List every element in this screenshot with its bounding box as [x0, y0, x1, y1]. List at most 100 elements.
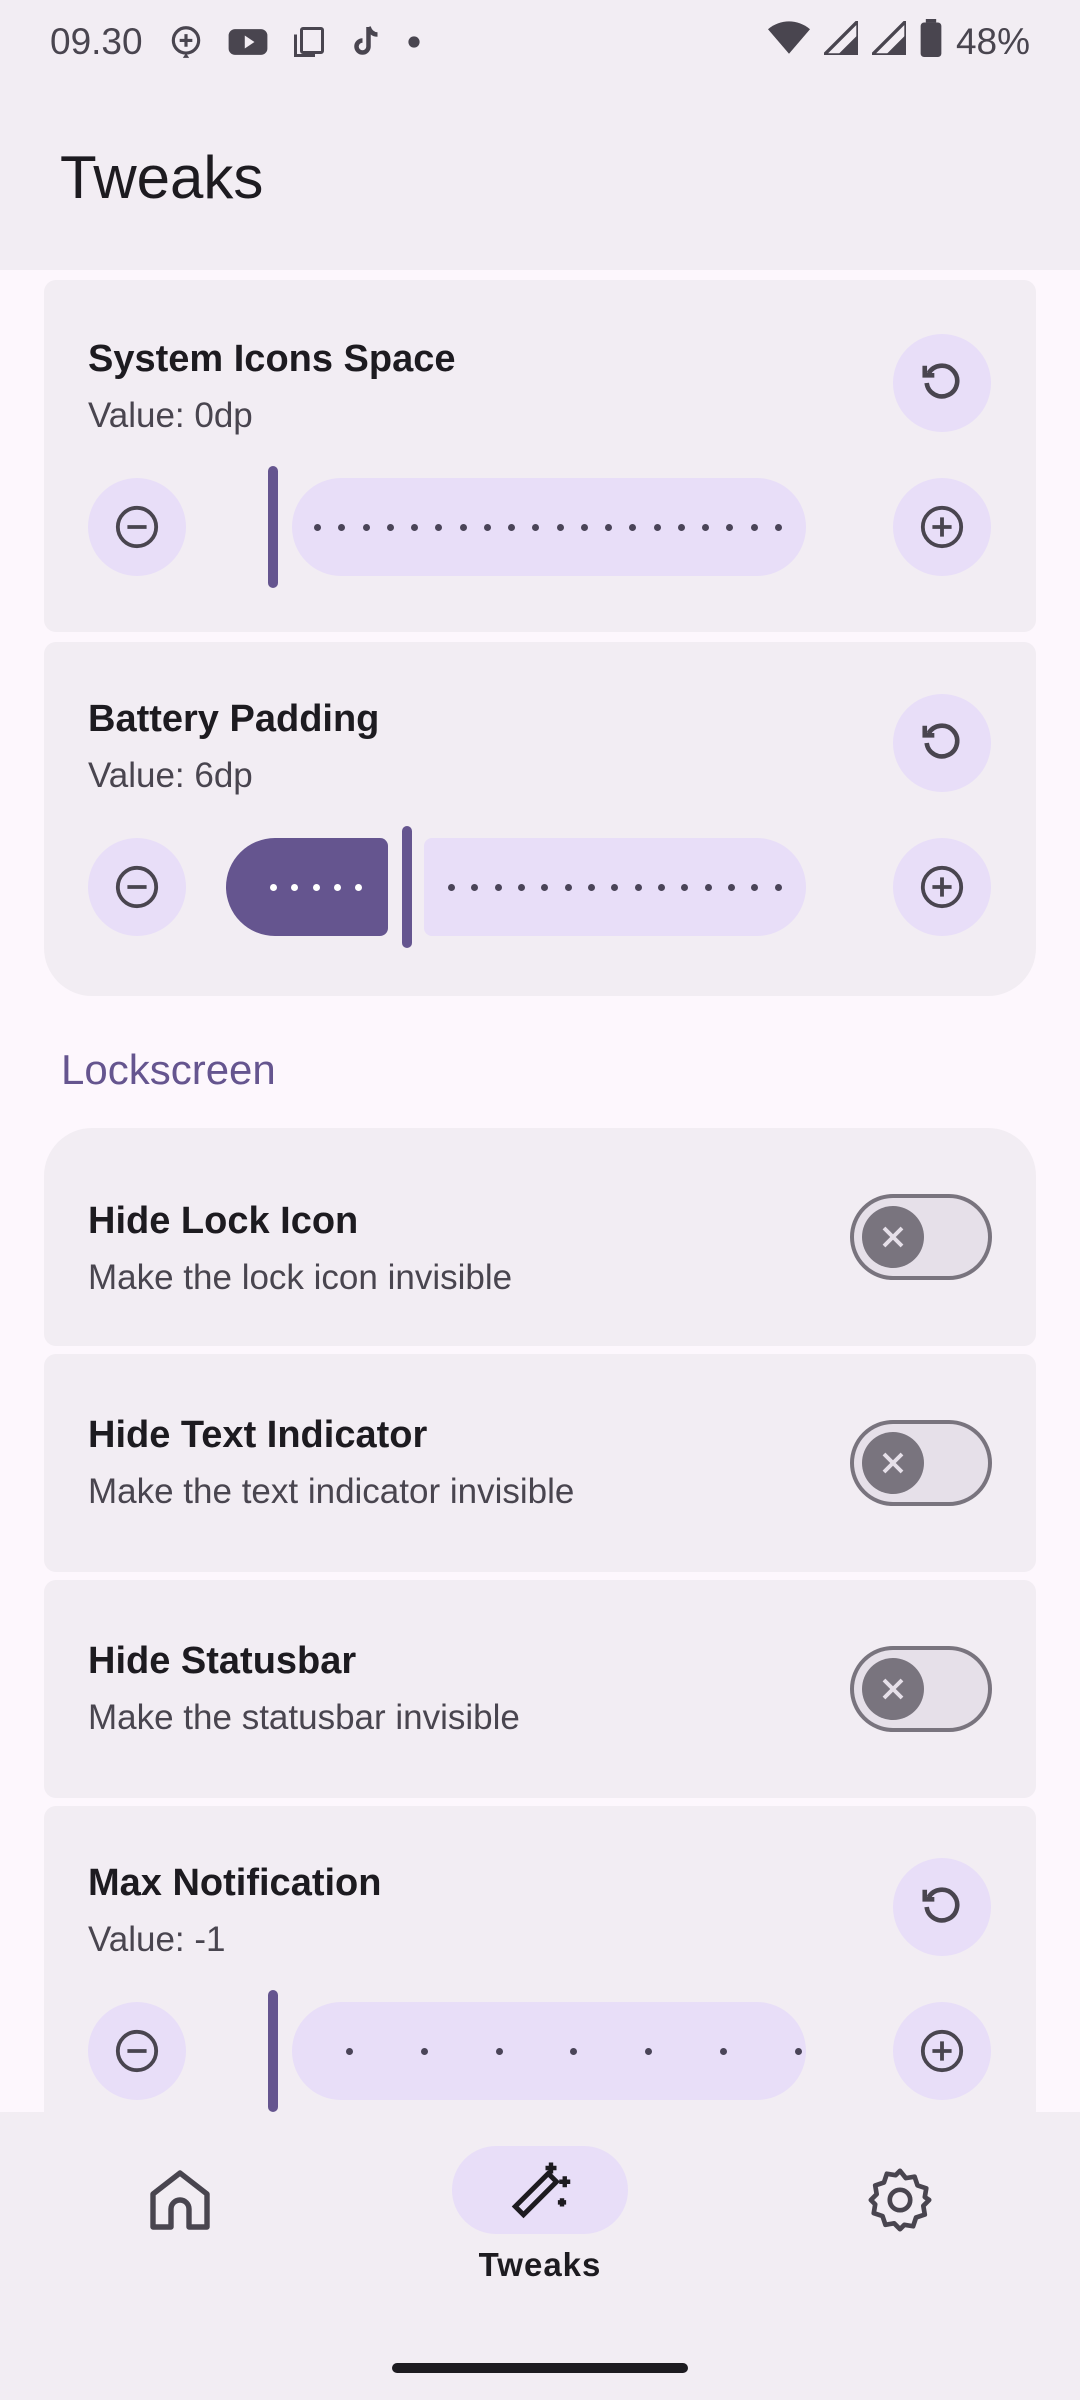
slider-thumb[interactable]	[268, 466, 278, 588]
card-subtitle: Make the lock icon invisible	[88, 1258, 513, 1297]
slider-tick	[750, 523, 758, 531]
plus-circle-icon	[920, 865, 964, 909]
minus-circle-icon	[115, 865, 159, 909]
card-title: Hide Text Indicator	[88, 1414, 428, 1456]
gesture-handle[interactable]	[392, 2363, 688, 2373]
slider-tick	[720, 2047, 728, 2055]
bottom-navigation: Tweaks	[0, 2112, 1080, 2400]
hide-statusbar-switch[interactable]	[850, 1646, 992, 1732]
notification-icons	[167, 23, 421, 61]
slider-tick	[483, 523, 491, 531]
slider-tick	[556, 523, 564, 531]
wifi-icon	[767, 20, 810, 65]
toggle-card-hide-text-indicator[interactable]: Hide Text Indicator Make the text indica…	[44, 1354, 1036, 1572]
reset-icon	[922, 723, 960, 759]
reset-button[interactable]	[893, 334, 991, 432]
slider-tick	[794, 2047, 802, 2055]
copy-icon	[291, 23, 327, 61]
slider-tick	[312, 883, 320, 891]
slider-tick	[658, 883, 666, 891]
increase-button[interactable]	[893, 838, 991, 936]
switch-thumb	[862, 1206, 924, 1268]
slider-tick	[588, 883, 596, 891]
card-subtitle: Make the text indicator invisible	[88, 1472, 575, 1511]
tiktok-icon	[349, 23, 385, 61]
slider-tick	[459, 523, 467, 531]
card-title: System Icons Space	[88, 338, 456, 380]
slider-card-battery-padding: Battery Padding Value: 6dp	[44, 642, 1036, 996]
battery-percent: 48%	[955, 21, 1030, 62]
slider-tick	[495, 2047, 503, 2055]
hide-text-indicator-switch[interactable]	[850, 1420, 992, 1506]
switch-thumb	[862, 1658, 924, 1720]
card-title: Hide Statusbar	[88, 1640, 357, 1682]
more-dot-icon	[407, 35, 421, 49]
slider-tick	[751, 883, 759, 891]
slider-tick	[435, 523, 443, 531]
signal-icon	[867, 16, 908, 64]
decrease-button[interactable]	[88, 838, 186, 936]
card-value: Value: -1	[88, 1920, 226, 1959]
slider-tick	[653, 523, 661, 531]
maps-pin-icon	[167, 23, 205, 61]
slider-card-max-notification: Max Notification Value: -1	[44, 1806, 1036, 2112]
slider-thumb[interactable]	[268, 1990, 278, 2112]
slider-tick	[532, 523, 540, 531]
slider-tick	[420, 2047, 428, 2055]
hide-lock-icon-switch[interactable]	[850, 1194, 992, 1280]
slider-tick	[471, 883, 479, 891]
card-title: Hide Lock Icon	[88, 1200, 359, 1242]
slider-tick	[645, 2047, 653, 2055]
toggle-card-hide-lock-icon[interactable]: Hide Lock Icon Make the lock icon invisi…	[44, 1128, 1036, 1346]
slider-thumb[interactable]	[402, 826, 412, 948]
reset-icon	[922, 1887, 960, 1923]
slider-ticks	[448, 838, 782, 936]
reset-button[interactable]	[893, 694, 991, 792]
nav-label-tweaks: Tweaks	[478, 2246, 602, 2283]
slider-tick	[702, 523, 709, 531]
slider-tick	[629, 523, 637, 531]
nav-indicator	[92, 2156, 268, 2244]
slider-tick	[338, 523, 346, 531]
card-value: Value: 6dp	[88, 756, 253, 795]
slider-tick	[774, 523, 782, 531]
status-bar: 09.30 48%	[0, 0, 1080, 84]
decrease-button[interactable]	[88, 2002, 186, 2100]
slider-tick	[564, 883, 572, 891]
nav-item-home[interactable]	[92, 2156, 268, 2244]
close-icon	[882, 1678, 904, 1700]
toggle-card-hide-statusbar[interactable]: Hide Statusbar Make the statusbar invisi…	[44, 1580, 1036, 1798]
battery-icon	[920, 18, 942, 66]
page-title: Tweaks	[60, 143, 264, 211]
slider-tick	[611, 883, 619, 891]
slider-tick	[541, 883, 549, 891]
slider-tick	[634, 883, 642, 891]
slider-tick	[355, 883, 362, 891]
slider-tick	[270, 883, 277, 891]
home-icon	[150, 2170, 210, 2230]
slider-tick	[518, 883, 526, 891]
slider-tick	[314, 523, 321, 531]
nav-item-settings[interactable]	[812, 2156, 988, 2244]
nav-item-tweaks[interactable]: Tweaks	[452, 2146, 628, 2284]
slider-card-system-icons-space: System Icons Space Value: 0dp	[44, 280, 1036, 632]
nav-indicator	[812, 2156, 988, 2244]
tweaks-list[interactable]: System Icons Space Value: 0dp Battery Pa…	[0, 270, 1080, 2112]
magic-wand-icon	[511, 2162, 571, 2219]
card-subtitle: Make the statusbar invisible	[88, 1698, 520, 1737]
plus-circle-icon	[920, 2029, 964, 2073]
minus-circle-icon	[115, 2029, 159, 2073]
reset-button[interactable]	[893, 1858, 991, 1956]
increase-button[interactable]	[893, 478, 991, 576]
decrease-button[interactable]	[88, 478, 186, 576]
slider-tick	[728, 883, 736, 891]
reset-icon	[922, 363, 960, 399]
slider-tick	[774, 883, 782, 891]
system-icons: 48%	[767, 16, 1030, 66]
switch-thumb	[862, 1432, 924, 1494]
status-time: 09.30	[50, 21, 143, 62]
youtube-icon	[227, 23, 269, 61]
top-app-bar: Tweaks	[0, 84, 1080, 270]
card-title: Battery Padding	[88, 698, 380, 740]
increase-button[interactable]	[893, 2002, 991, 2100]
